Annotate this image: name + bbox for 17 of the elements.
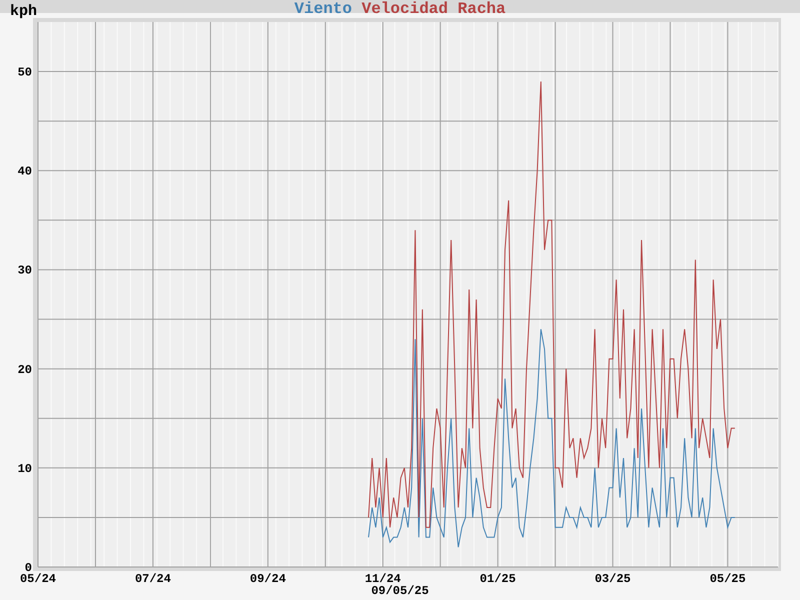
legend-label: Velocidad Racha <box>362 0 506 18</box>
y-tick-label: 40 <box>18 164 32 179</box>
x-tick-label: 01/25 <box>480 572 516 586</box>
x-tick-label: 03/25 <box>594 572 631 586</box>
y-tick-label: 0 <box>24 561 32 575</box>
y-tick-label: 10 <box>18 462 32 476</box>
axis-unit-label: kph <box>10 3 38 20</box>
x-tick-label: 11/24 <box>364 572 401 586</box>
y-tick-label: 50 <box>18 66 32 80</box>
y-tick-label: 30 <box>18 264 32 278</box>
x-tick-label: 05/24 <box>20 572 56 586</box>
timestamp: 09/05/25 <box>371 584 429 598</box>
y-tick-label: 20 <box>18 362 32 377</box>
x-tick-label: 05/25 <box>710 572 746 586</box>
legend-label: Viento <box>294 0 352 18</box>
x-tick-label: 09/24 <box>250 572 286 586</box>
x-tick-label: 07/24 <box>134 572 171 586</box>
